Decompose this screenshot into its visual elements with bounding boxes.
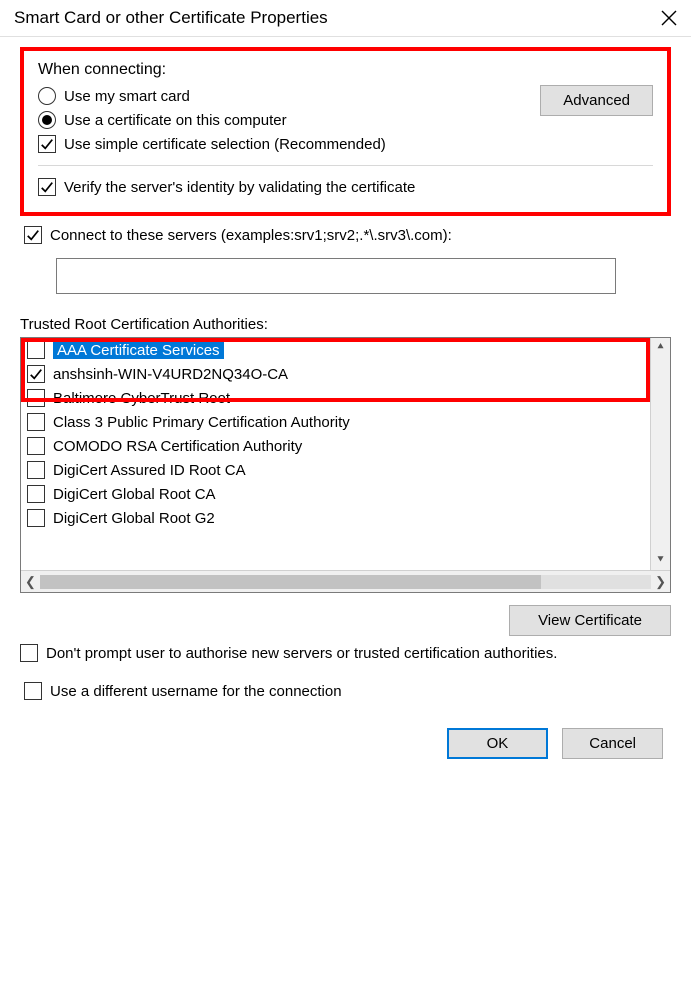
checkbox-icon [27,365,45,383]
ca-item-label: COMODO RSA Certification Authority [53,438,302,455]
close-icon[interactable] [659,8,679,28]
checkbox-icon [27,485,45,503]
dialog-content: When connecting: Advanced Use my smart c… [0,37,691,783]
checkbox-icon [38,135,56,153]
checkbox-label: Connect to these servers (examples:srv1;… [50,227,452,244]
ok-button[interactable]: OK [447,728,549,759]
ca-item-label: Baltimore CyberTrust Root [53,390,230,407]
ca-item[interactable]: Baltimore CyberTrust Root [21,386,650,410]
checkbox-label: Use a different username for the connect… [50,683,342,700]
servers-input[interactable] [56,258,616,294]
checkbox-icon [20,644,38,662]
ca-item[interactable]: DigiCert Global Root CA [21,482,650,506]
dialog-title: Smart Card or other Certificate Properti… [14,8,328,28]
ca-item[interactable]: DigiCert Assured ID Root CA [21,458,650,482]
ca-item-label: AAA Certificate Services [53,342,224,359]
hscroll-track[interactable] [40,575,651,589]
checkbox-icon [38,178,56,196]
divider [38,165,653,166]
checkbox-icon [27,389,45,407]
when-connecting-label: When connecting: [38,61,653,79]
scroll-right-icon[interactable]: ❯ [655,574,666,590]
checkbox-icon [24,226,42,244]
radio-icon [38,111,56,129]
checkbox-icon [27,341,45,359]
check-diff-username[interactable]: Use a different username for the connect… [24,682,671,700]
ca-item[interactable]: DigiCert Global Root G2 [21,506,650,530]
checkbox-icon [27,437,45,455]
check-simple-selection[interactable]: Use simple certificate selection (Recomm… [38,135,653,153]
check-dont-prompt[interactable]: Don't prompt user to authorise new serve… [20,644,671,664]
dialog-buttons: OK Cancel [20,728,671,773]
radio-label: Use a certificate on this computer [64,112,287,129]
ca-item-label: Class 3 Public Primary Certification Aut… [53,414,350,431]
radio-use-smart-card[interactable]: Use my smart card [38,87,540,105]
scroll-left-icon[interactable]: ❮ [25,574,36,590]
checkbox-label: Use simple certificate selection (Recomm… [64,136,386,153]
checkbox-icon [27,461,45,479]
radio-icon [38,87,56,105]
ca-item-label: anshsinh-WIN-V4URD2NQ34O-CA [53,366,288,383]
checkbox-label: Verify the server's identity by validati… [64,179,415,196]
cancel-button[interactable]: Cancel [562,728,663,759]
ca-item-label: DigiCert Global Root G2 [53,510,215,527]
ca-list-items: AAA Certificate Services anshsinh-WIN-V4U… [21,338,650,570]
ca-item[interactable]: AAA Certificate Services [21,338,650,362]
check-verify-identity[interactable]: Verify the server's identity by validati… [38,178,653,196]
checkbox-icon [27,509,45,527]
scroll-up-icon[interactable]: ⯅ [656,338,665,357]
horizontal-scrollbar[interactable]: ❮ ❯ [21,570,670,592]
checkbox-icon [27,413,45,431]
hscroll-thumb[interactable] [40,575,541,589]
view-certificate-button[interactable]: View Certificate [509,605,671,636]
vertical-scrollbar[interactable]: ⯅ ⯆ [650,338,670,570]
ca-item-label: DigiCert Global Root CA [53,486,216,503]
ca-list-label: Trusted Root Certification Authorities: [20,316,671,333]
ca-item-label: DigiCert Assured ID Root CA [53,462,246,479]
ca-item[interactable]: anshsinh-WIN-V4URD2NQ34O-CA [21,362,650,386]
titlebar: Smart Card or other Certificate Properti… [0,0,691,37]
check-connect-servers[interactable]: Connect to these servers (examples:srv1;… [24,226,671,244]
checkbox-label: Don't prompt user to authorise new serve… [46,644,557,664]
highlight-connecting-section: When connecting: Advanced Use my smart c… [20,47,671,216]
advanced-button[interactable]: Advanced [540,85,653,116]
checkbox-icon [24,682,42,700]
radio-label: Use my smart card [64,88,190,105]
radio-use-cert-computer[interactable]: Use a certificate on this computer [38,111,540,129]
ca-item[interactable]: Class 3 Public Primary Certification Aut… [21,410,650,434]
ca-listbox[interactable]: AAA Certificate Services anshsinh-WIN-V4U… [20,337,671,593]
ca-item[interactable]: COMODO RSA Certification Authority [21,434,650,458]
scroll-down-icon[interactable]: ⯆ [656,551,665,570]
